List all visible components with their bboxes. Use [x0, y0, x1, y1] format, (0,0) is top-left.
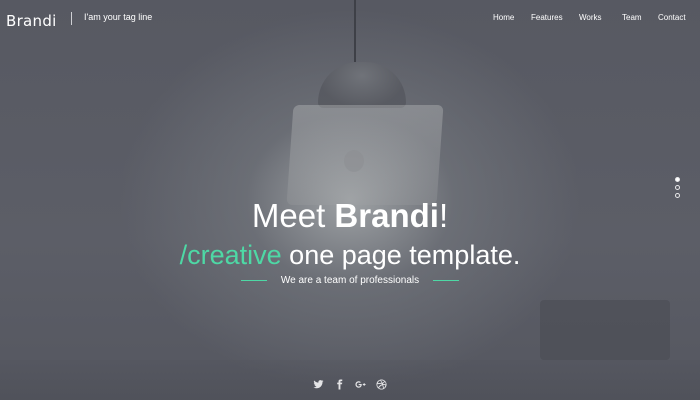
brand-logo[interactable]: Brandi	[6, 12, 57, 30]
nav-team[interactable]: Team	[622, 13, 642, 22]
pendant-lamp	[318, 62, 406, 108]
slider-dots	[675, 177, 682, 201]
slider-dot-3[interactable]	[675, 193, 680, 198]
brand-divider	[71, 12, 72, 25]
nav-works[interactable]: Works	[579, 13, 602, 22]
hero-title-prefix: Meet	[251, 197, 335, 234]
apple-logo	[344, 150, 364, 172]
hero-title: Meet Brandi!	[0, 196, 700, 236]
dribbble-icon[interactable]	[376, 378, 388, 390]
hero-title-suffix: !	[438, 197, 449, 234]
tagline-line-left	[240, 279, 267, 281]
hero-subtitle-accent: /creative	[179, 240, 282, 270]
desk-object	[540, 300, 670, 360]
hero-title-brand: Brandi	[334, 197, 439, 234]
social-links	[0, 378, 700, 390]
google-plus-icon[interactable]	[355, 378, 367, 390]
brand-tagline: I'am your tag line	[84, 12, 153, 22]
hero-subtitle: /creative one page template.	[0, 238, 700, 272]
nav-features[interactable]: Features	[531, 13, 563, 22]
navbar: Brandi I'am your tag line Home Features …	[0, 0, 700, 38]
hero-subtitle-rest: one page template.	[281, 240, 521, 270]
tagline-line-right	[433, 279, 460, 281]
slider-dot-1[interactable]	[675, 177, 680, 182]
nav-home[interactable]: Home	[493, 13, 514, 22]
hero-tagline-row: We are a team of professionals	[0, 273, 700, 287]
hero-tagline: We are a team of professionals	[280, 274, 420, 286]
laptop-silhouette	[286, 105, 444, 205]
twitter-icon[interactable]	[313, 378, 325, 390]
nav-contact[interactable]: Contact	[658, 13, 686, 22]
facebook-icon[interactable]	[334, 378, 346, 390]
slider-dot-2[interactable]	[675, 185, 680, 190]
